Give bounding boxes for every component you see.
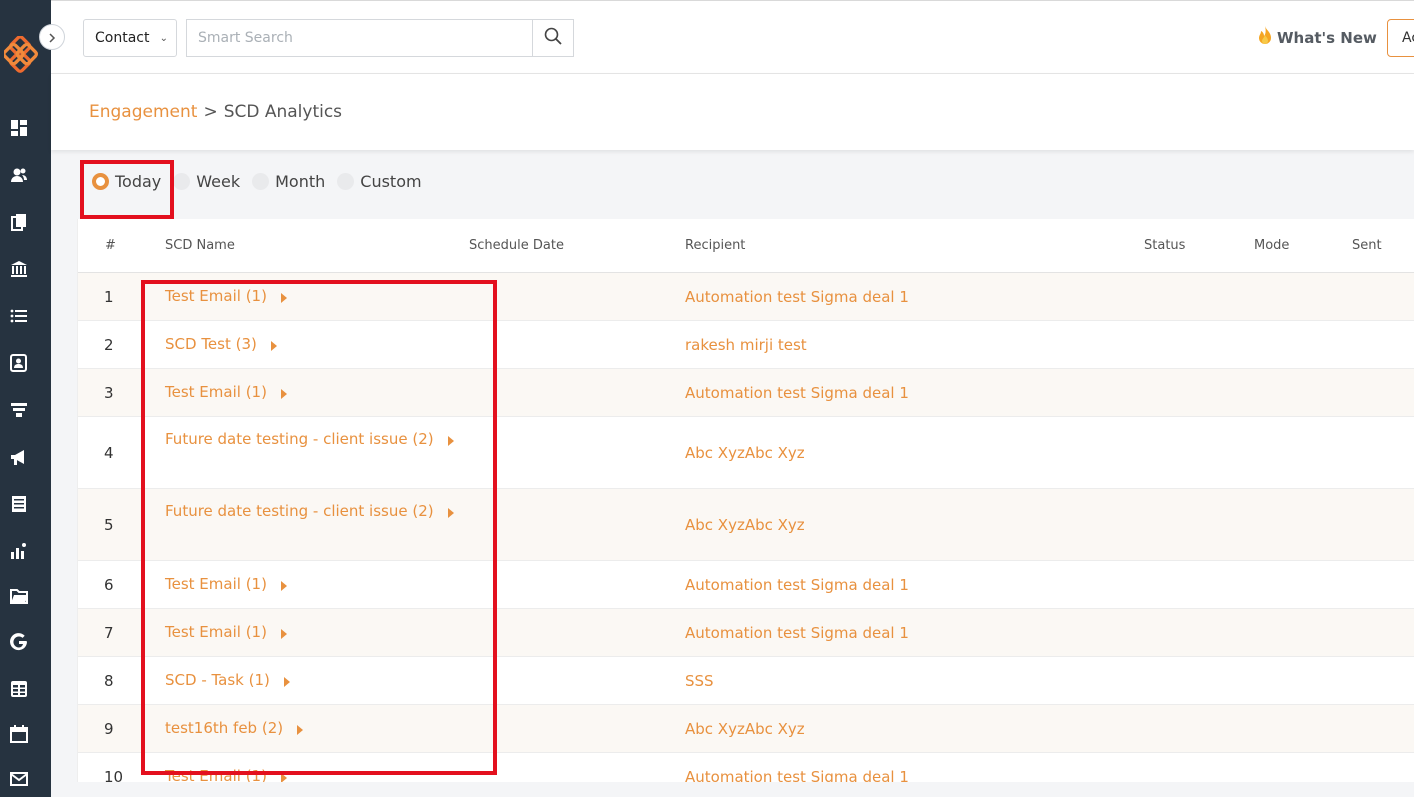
list-icon[interactable] <box>9 306 29 326</box>
mail-icon[interactable] <box>9 769 29 789</box>
column-header-mode[interactable]: Mode <box>1254 238 1289 253</box>
breadcrumb-bar: Engagement > SCD Analytics <box>51 74 1414 150</box>
column-header-number: # <box>105 238 116 253</box>
recipient-link[interactable]: rakesh mirji test <box>685 336 807 354</box>
column-header-scd-name[interactable]: SCD Name <box>165 238 235 253</box>
radio-week[interactable]: Week <box>173 172 240 191</box>
recipient-link[interactable]: Automation test Sigma deal 1 <box>685 384 909 402</box>
whats-new-link[interactable]: What's New <box>1255 25 1377 51</box>
sidebar-toggle-button[interactable] <box>39 24 65 50</box>
chevron-right-icon <box>47 28 57 47</box>
row-number: 2 <box>104 336 114 354</box>
recipient-link[interactable]: SSS <box>685 672 714 690</box>
app-logo[interactable] <box>2 35 42 74</box>
today-highlight-box <box>80 160 174 219</box>
breadcrumb: Engagement > SCD Analytics <box>89 102 342 122</box>
search-icon <box>544 27 562 49</box>
search-button[interactable] <box>532 19 574 57</box>
chevron-down-icon: ⌄ <box>159 33 168 44</box>
sidebar <box>0 0 51 797</box>
add-button-label: Ac <box>1402 30 1414 46</box>
recipient-link[interactable]: Automation test Sigma deal 1 <box>685 624 909 642</box>
scd-name-highlight-box <box>141 280 497 775</box>
row-number: 8 <box>104 672 114 690</box>
column-header-recipient[interactable]: Recipient <box>685 238 745 253</box>
contact-card-icon[interactable] <box>9 353 29 373</box>
recipient-link[interactable]: Abc XyzAbc Xyz <box>685 720 805 738</box>
smart-search-input[interactable] <box>186 19 533 57</box>
row-number: 6 <box>104 576 114 594</box>
recipient-link[interactable]: Abc XyzAbc Xyz <box>685 444 805 462</box>
dashboard-icon[interactable] <box>9 118 29 138</box>
row-number: 4 <box>104 444 114 462</box>
radio-unchecked-icon[interactable] <box>173 173 191 190</box>
row-number: 3 <box>104 384 114 402</box>
add-button[interactable]: Ac <box>1387 19 1414 57</box>
top-bar: Contact ⌄ What's New Ac <box>51 0 1414 74</box>
recipient-link[interactable]: Automation test Sigma deal 1 <box>685 768 909 782</box>
radio-month[interactable]: Month <box>252 172 325 191</box>
report-icon[interactable] <box>9 494 29 514</box>
row-number: 5 <box>104 516 114 534</box>
page-title: SCD Analytics <box>223 102 343 122</box>
row-number: 9 <box>104 720 114 738</box>
radio-unchecked-icon[interactable] <box>337 173 355 190</box>
column-header-sent[interactable]: Sent <box>1352 238 1382 253</box>
module-select[interactable]: Contact ⌄ <box>83 19 177 57</box>
column-header-schedule-date[interactable]: Schedule Date <box>469 238 564 253</box>
documents-icon[interactable] <box>9 212 29 232</box>
contacts-icon[interactable] <box>9 165 29 185</box>
recipient-link[interactable]: Abc XyzAbc Xyz <box>685 516 805 534</box>
analytics-icon[interactable] <box>9 541 29 561</box>
breadcrumb-engagement-link[interactable]: Engagement <box>89 102 197 122</box>
radio-unchecked-icon[interactable] <box>252 173 270 190</box>
breadcrumb-separator: > <box>203 102 218 122</box>
recipient-link[interactable]: Automation test Sigma deal 1 <box>685 576 909 594</box>
bank-icon[interactable] <box>9 259 29 279</box>
radio-custom-label: Custom <box>360 172 422 191</box>
column-header-status[interactable]: Status <box>1144 238 1185 253</box>
megaphone-icon[interactable] <box>9 447 29 467</box>
row-number: 1 <box>104 288 114 306</box>
row-number: 10 <box>104 768 124 782</box>
table-header: # SCD Name Schedule Date Recipient Statu… <box>78 219 1414 273</box>
calendar-icon[interactable] <box>9 724 29 744</box>
row-number: 7 <box>104 624 114 642</box>
recipient-link[interactable]: Automation test Sigma deal 1 <box>685 288 909 306</box>
whats-new-label: What's New <box>1277 29 1377 47</box>
fire-icon <box>1255 25 1275 51</box>
module-select-value: Contact <box>95 30 150 46</box>
table-icon[interactable] <box>9 679 29 699</box>
radio-month-label: Month <box>275 172 326 191</box>
google-icon[interactable] <box>9 632 29 652</box>
radio-week-label: Week <box>196 172 241 191</box>
radio-custom[interactable]: Custom <box>337 172 422 191</box>
folder-icon[interactable] <box>9 586 29 606</box>
funnel-icon[interactable] <box>9 400 29 420</box>
